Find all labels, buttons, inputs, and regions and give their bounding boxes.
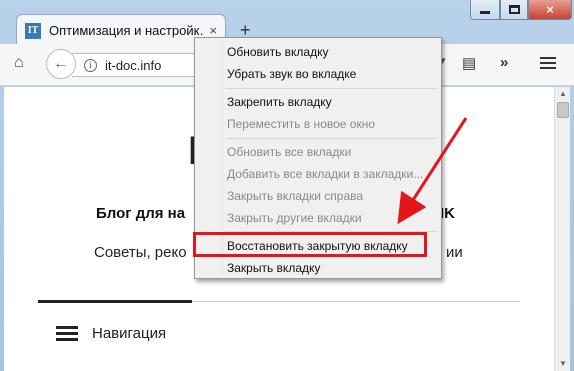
annotation-arrow [397, 117, 468, 225]
